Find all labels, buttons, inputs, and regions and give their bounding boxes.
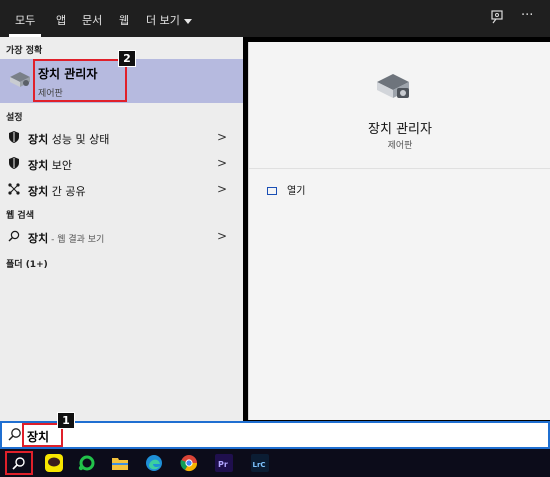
settings-item-keyword: 장치 — [28, 185, 49, 198]
callout-badge: 2 — [118, 50, 136, 67]
share-icon — [8, 183, 20, 195]
tab-all[interactable]: 모두 — [8, 12, 42, 37]
web-search-header: 웹 검색 — [6, 211, 34, 221]
open-icon — [267, 187, 277, 195]
web-search-item[interactable]: 장치 - 웹 결과 보기 > — [0, 225, 243, 249]
preview-subtitle: 제어판 — [387, 141, 413, 151]
tab-documents[interactable]: 문서 — [82, 12, 102, 28]
settings-item-label: 성능 및 상태 — [48, 133, 110, 146]
chevron-right-icon: > — [216, 130, 227, 144]
settings-item-security[interactable]: 장치 보안 > — [0, 152, 243, 176]
best-match-header: 가장 정확 — [6, 46, 43, 56]
tab-more-label: 더 보기 — [146, 14, 180, 27]
device-manager-icon — [10, 72, 30, 87]
tab-apps[interactable]: 앱 — [56, 12, 66, 28]
line-app-icon[interactable] — [72, 451, 100, 475]
file-explorer-icon[interactable] — [106, 451, 134, 475]
settings-item-performance[interactable]: 장치 성능 및 상태 > — [0, 126, 243, 150]
svg-text:LrC: LrC — [253, 461, 266, 469]
settings-item-label: 보안 — [48, 159, 72, 172]
more-options-icon[interactable]: ··· — [521, 8, 533, 23]
divider — [249, 168, 550, 169]
chevron-right-icon: > — [216, 182, 227, 196]
edge-browser-icon[interactable] — [140, 451, 168, 475]
preview-title: 장치 관리자 — [368, 122, 432, 137]
tab-web[interactable]: 웹 — [119, 12, 129, 28]
kakaotalk-icon[interactable] — [40, 451, 68, 475]
chevron-down-icon — [183, 18, 192, 24]
settings-header: 설정 — [6, 113, 23, 123]
chevron-right-icon: > — [216, 229, 227, 243]
settings-item-label: 간 공유 — [48, 185, 86, 198]
callout-box-best-match — [33, 59, 127, 102]
settings-item-keyword: 장치 — [28, 133, 49, 146]
settings-item-keyword: 장치 — [28, 159, 49, 172]
chrome-icon[interactable] — [175, 451, 203, 475]
callout-badge: 1 — [57, 412, 75, 429]
search-icon — [8, 428, 21, 441]
open-action-label: 열기 — [287, 186, 306, 197]
settings-item-sharing[interactable]: 장치 간 공유 > — [0, 178, 243, 202]
folders-header[interactable]: 폴더 (1+) — [6, 257, 48, 270]
result-preview-pane: 장치 관리자 제어판 열기 — [248, 42, 550, 420]
search-button[interactable] — [5, 451, 33, 475]
chevron-right-icon: > — [216, 156, 227, 170]
web-search-keyword: 장치 — [28, 232, 49, 245]
lightroom-classic-icon[interactable]: LrC — [246, 451, 274, 475]
tab-more[interactable]: 더 보기 — [146, 12, 192, 28]
feedback-icon[interactable] — [490, 10, 504, 28]
search-scope-tabs: 모두 앱 문서 웹 더 보기 ··· — [0, 0, 550, 37]
open-action[interactable]: 열기 — [267, 182, 305, 197]
search-box[interactable]: 장치 — [0, 421, 550, 449]
device-manager-icon — [377, 74, 409, 98]
svg-text:Pr: Pr — [218, 460, 228, 469]
web-search-label: - 웹 결과 보기 — [48, 235, 105, 245]
premiere-pro-icon[interactable]: Pr — [210, 451, 238, 475]
shield-icon — [9, 157, 19, 169]
search-icon — [8, 230, 20, 242]
search-icon — [12, 457, 25, 470]
taskbar: Pr LrC — [0, 449, 550, 477]
shield-icon — [9, 131, 19, 143]
